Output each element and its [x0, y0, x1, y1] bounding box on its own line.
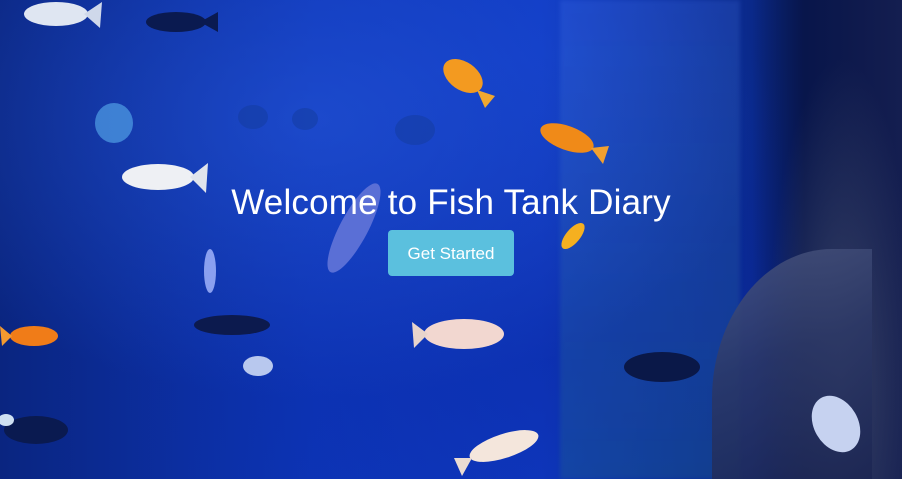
fish-orange [443, 58, 495, 108]
fish-orange [0, 326, 58, 346]
coral-ball [95, 103, 133, 143]
fish-dark [0, 414, 68, 444]
rock-spot [395, 115, 435, 145]
fish-dark [624, 352, 700, 382]
hero-title: Welcome to Fish Tank Diary [231, 183, 671, 222]
fish-dark [194, 315, 270, 335]
hero-content: Welcome to Fish Tank Diary Get Started [0, 182, 902, 276]
fish-orange [540, 123, 609, 164]
fish-white [454, 430, 539, 476]
fish-dark [146, 12, 218, 32]
fish-white [412, 319, 504, 349]
rock-spot [238, 105, 268, 129]
get-started-button[interactable]: Get Started [388, 230, 514, 276]
rock-spot [292, 108, 318, 130]
hero-section: Welcome to Fish Tank Diary Get Started [0, 0, 902, 479]
fish-pale [811, 395, 861, 453]
fish-white [24, 2, 102, 28]
fish-pale [243, 356, 273, 376]
